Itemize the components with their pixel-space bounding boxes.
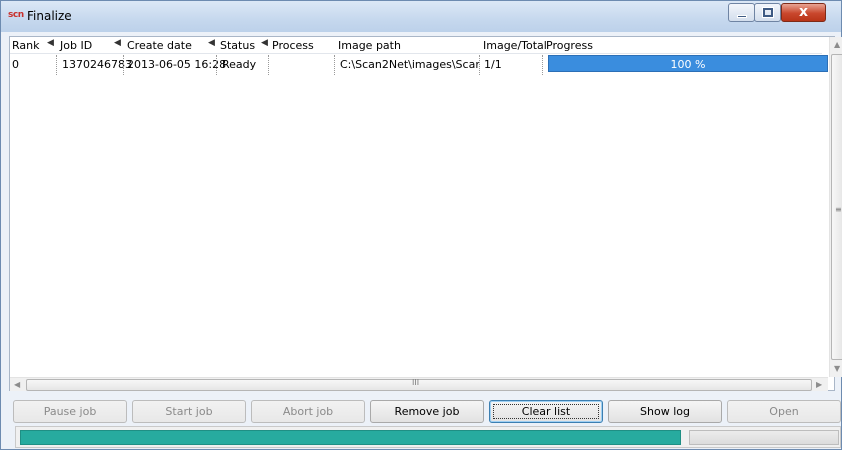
column-header-job-id[interactable]: Job ID: [60, 39, 92, 52]
column-header-progress[interactable]: Progress: [546, 39, 593, 52]
cell-create-date: 2013-06-05 16:28: [127, 58, 227, 71]
column-separator: [268, 55, 269, 75]
row-progress-bar: 100 %: [548, 55, 828, 72]
scroll-right-icon[interactable]: ▶: [816, 380, 822, 389]
secondary-progress-bar: [689, 430, 839, 445]
app-logo-icon: scn: [8, 10, 24, 20]
column-header-image-path[interactable]: Image path: [338, 39, 401, 52]
show-log-button[interactable]: Show log: [608, 400, 722, 423]
column-header-rank[interactable]: Rank: [12, 39, 39, 52]
start-job-button[interactable]: Start job: [132, 400, 246, 423]
sort-arrow-icon[interactable]: ◀: [261, 38, 268, 48]
column-separator: [56, 55, 57, 75]
scroll-up-icon[interactable]: ▲: [834, 40, 840, 49]
abort-job-button[interactable]: Abort job: [251, 400, 365, 423]
column-separator: [334, 55, 335, 75]
open-button[interactable]: Open: [727, 400, 841, 423]
column-separator: [542, 55, 543, 75]
remove-job-button[interactable]: Remove job: [370, 400, 484, 423]
vertical-scroll-thumb[interactable]: ≡: [831, 54, 842, 360]
column-separator: [123, 55, 124, 75]
column-header-status[interactable]: Status: [220, 39, 255, 52]
horizontal-scroll-thumb[interactable]: III: [26, 378, 812, 391]
cell-rank: 0: [12, 58, 19, 71]
cell-status: Ready: [222, 58, 257, 71]
cell-image-path: C:\Scan2Net\images\Scan: [340, 58, 480, 71]
sort-arrow-icon[interactable]: ◀: [208, 38, 215, 48]
status-bar: [15, 426, 841, 448]
clear-list-button[interactable]: Clear list: [489, 400, 603, 423]
column-separator: [216, 55, 217, 75]
jobs-list[interactable]: Rank ◀ Job ID ◀ Create date ◀ Status ◀ P…: [9, 36, 842, 391]
sort-arrow-icon[interactable]: ◀: [47, 38, 54, 48]
pause-job-button[interactable]: Pause job: [13, 400, 127, 423]
sort-arrow-icon[interactable]: ◀: [114, 38, 121, 48]
row-progress-label: 100 %: [670, 58, 706, 71]
vertical-scrollbar[interactable]: ▲ ≡ ▼: [829, 37, 842, 377]
scroll-down-icon[interactable]: ▼: [834, 364, 840, 373]
close-icon: x: [798, 4, 809, 20]
grip-icon: ≡: [835, 205, 842, 214]
column-header-image-total[interactable]: Image/Total: [483, 39, 547, 52]
horizontal-scrollbar[interactable]: ◀ III ▶: [10, 377, 828, 391]
close-button[interactable]: x: [781, 3, 826, 22]
cell-job-id: 1370246783: [62, 58, 132, 71]
maximize-icon: [762, 7, 774, 18]
cell-image-total: 1/1: [484, 58, 502, 71]
minimize-button[interactable]: [728, 3, 755, 22]
maximize-button[interactable]: [754, 3, 781, 22]
scroll-left-icon[interactable]: ◀: [14, 380, 20, 389]
window-title: Finalize: [27, 9, 72, 23]
grip-icon: III: [412, 378, 420, 387]
column-header-create-date[interactable]: Create date: [127, 39, 192, 52]
column-separator: [479, 55, 480, 75]
column-header-process[interactable]: Process: [272, 39, 314, 52]
list-header: Rank ◀ Job ID ◀ Create date ◀ Status ◀ P…: [10, 37, 822, 54]
focus-indicator: [493, 404, 599, 419]
finalize-window: scn Finalize x Rank ◀ Job ID ◀ Create da…: [0, 0, 842, 450]
title-bar[interactable]: scn Finalize x: [1, 1, 841, 32]
minimize-icon: [737, 15, 747, 18]
overall-progress-bar: [20, 430, 681, 445]
